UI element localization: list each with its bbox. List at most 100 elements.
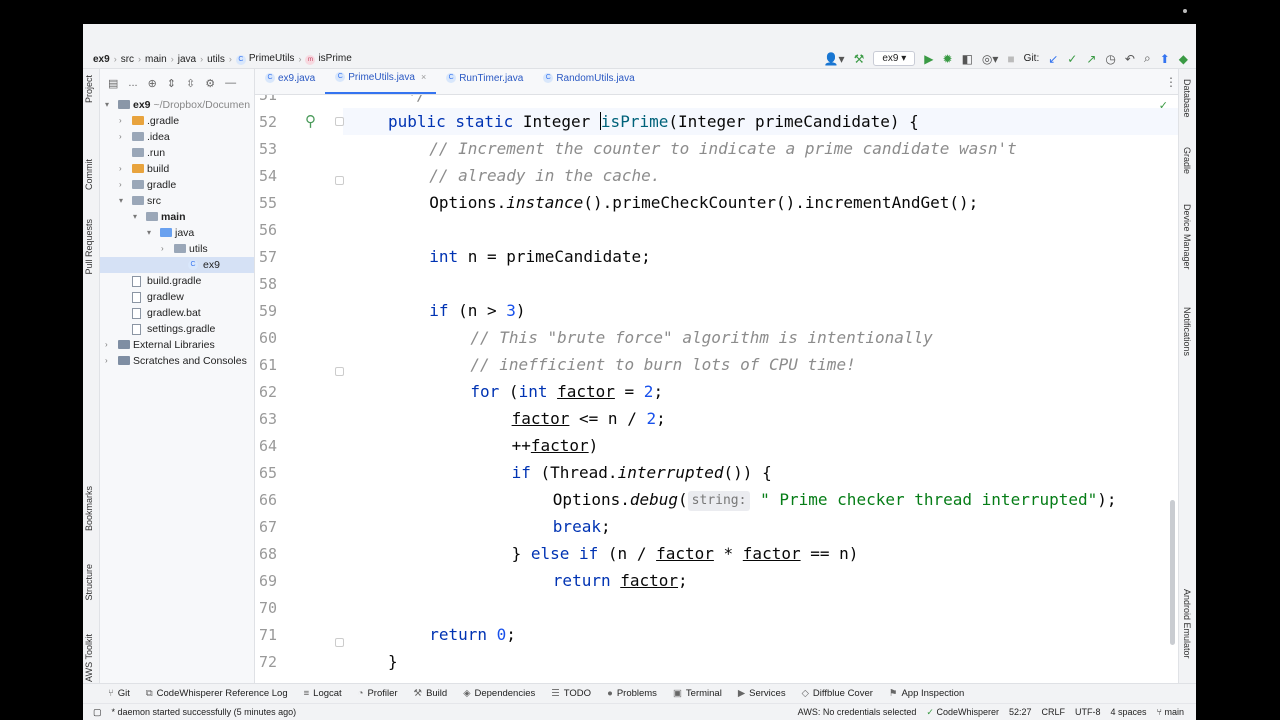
tool-window-button[interactable]: ◇ Diffblue Cover (802, 688, 873, 699)
line-number[interactable]: 56 (255, 221, 277, 239)
code-line[interactable]: public static Integer isPrime(Integer pr… (388, 108, 919, 135)
tool-window-button[interactable]: ◔ Profiler (358, 688, 398, 699)
chevron-down-icon[interactable]: ▾ (147, 225, 151, 241)
tool-tab-device-manager[interactable]: Device Manager (1182, 204, 1192, 270)
code-line[interactable]: int n = primeCandidate; (429, 243, 651, 270)
line-number[interactable]: 51 (255, 95, 277, 104)
tree-node[interactable]: ▾ ex9 ~/Dropbox/Documen (100, 97, 254, 113)
chevron-right-icon[interactable]: › (105, 337, 108, 353)
code-line[interactable]: Options.debug(string: " Prime checker th… (553, 486, 1117, 513)
tree-node[interactable]: ▾ main (100, 209, 254, 225)
update-icon[interactable]: ⬆ (1160, 52, 1170, 66)
line-number[interactable]: 68 (255, 545, 277, 563)
tool-tab-commit[interactable]: Commit (84, 159, 94, 190)
code-line[interactable]: Options.instance().primeCheckCounter().i… (429, 189, 978, 216)
editor-tab[interactable]: C RunTimer.java (436, 68, 533, 94)
breadcrumb-item[interactable]: m isPrime (305, 53, 352, 65)
search-icon[interactable]: ⌕ (1144, 51, 1151, 66)
tool-window-button[interactable]: ▣ Terminal (673, 688, 722, 699)
tool-window-button[interactable]: ● Problems (607, 688, 657, 699)
line-number[interactable]: 71 (255, 626, 277, 644)
code-line[interactable]: // This "brute force" algorithm is inten… (470, 324, 932, 351)
tree-node[interactable]: › utils (100, 241, 254, 257)
more-options-icon[interactable]: ⋮ (1165, 75, 1184, 89)
tree-node[interactable]: › .gradle (100, 113, 254, 129)
code-line[interactable]: } (388, 648, 398, 675)
line-number[interactable]: 66 (255, 491, 277, 509)
tree-node[interactable]: settings.gradle (100, 321, 254, 337)
line-number[interactable]: 60 (255, 329, 277, 347)
tree-node[interactable]: build.gradle (100, 273, 254, 289)
editor-tab[interactable]: C RandomUtils.java (533, 68, 644, 94)
status-message[interactable]: * daemon started successfully (5 minutes… (112, 707, 297, 718)
breadcrumb-item[interactable]: src (121, 54, 134, 65)
tree-node[interactable]: › Scratches and Consoles (100, 353, 254, 369)
locate-icon[interactable]: ⊕ (148, 77, 157, 90)
git-branch[interactable]: ⑂ main (1157, 707, 1184, 718)
stop-icon[interactable]: ■ (1007, 52, 1014, 66)
tree-node[interactable]: ▾ java (100, 225, 254, 241)
tool-window-button[interactable]: ⚒ Build (414, 688, 448, 699)
profile-icon[interactable]: ◧ (962, 52, 973, 66)
line-number[interactable]: 55 (255, 194, 277, 212)
line-separator[interactable]: CRLF (1042, 707, 1066, 718)
line-number[interactable]: 64 (255, 437, 277, 455)
line-number[interactable]: 67 (255, 518, 277, 536)
code-line[interactable]: */ (388, 95, 426, 108)
code-line[interactable]: if (Thread.interrupted()) { (512, 459, 772, 486)
chevron-right-icon[interactable]: › (119, 129, 122, 145)
status-panel-toggle-icon[interactable]: ▢ (93, 707, 102, 718)
hammer-icon[interactable]: ⚒ (854, 52, 865, 66)
line-number[interactable]: 62 (255, 383, 277, 401)
fold-marker-icon[interactable] (335, 176, 344, 185)
tree-node[interactable]: gradlew (100, 289, 254, 305)
code-line[interactable]: // inefficient to burn lots of CPU time! (470, 351, 855, 378)
cursor-position[interactable]: 52:27 (1009, 707, 1032, 718)
tree-node[interactable]: › External Libraries (100, 337, 254, 353)
line-number[interactable]: 61 (255, 356, 277, 374)
editor-tab[interactable]: C PrimeUtils.java × (325, 68, 437, 94)
tree-node[interactable]: › build (100, 161, 254, 177)
breadcrumb-item[interactable]: main (145, 54, 167, 65)
tool-window-button[interactable]: ◈ Dependencies (463, 688, 535, 699)
line-number[interactable]: 59 (255, 302, 277, 320)
tree-node[interactable]: Cex9 (100, 257, 254, 273)
tree-node[interactable]: gradlew.bat (100, 305, 254, 321)
debug-icon[interactable]: ✹ (943, 52, 953, 66)
chevron-right-icon[interactable]: › (119, 177, 122, 193)
layout-icon[interactable]: ▤ (108, 77, 118, 90)
breadcrumb-item[interactable]: java (178, 54, 196, 65)
plugin-icon[interactable]: ◆ (1179, 52, 1188, 66)
tool-window-button[interactable]: ≡ Logcat (304, 688, 342, 699)
chevron-right-icon[interactable]: › (119, 161, 122, 177)
line-number[interactable]: 54 (255, 167, 277, 185)
codewhisperer-status[interactable]: ✓ CodeWhisperer (926, 707, 999, 718)
chevron-right-icon[interactable]: › (119, 113, 122, 129)
code-line[interactable]: factor <= n / 2; (512, 405, 666, 432)
gear-icon[interactable]: ⚙ (205, 77, 215, 90)
tool-tab-bookmarks[interactable]: Bookmarks (84, 486, 94, 531)
line-number[interactable]: 70 (255, 599, 277, 617)
run-gutter-icon[interactable]: ⚲ (305, 112, 316, 130)
expand-all-icon[interactable]: ⇕ (167, 77, 176, 90)
code-line[interactable]: // Increment the counter to indicate a p… (429, 135, 1017, 162)
history-icon[interactable]: ◷ (1105, 52, 1115, 66)
tree-node[interactable]: › .idea (100, 129, 254, 145)
fold-marker-icon[interactable] (335, 367, 344, 376)
tool-window-button[interactable]: ⑂ Git (108, 688, 130, 699)
project-view-select[interactable]: ... (128, 77, 137, 89)
tool-tab-gradle[interactable]: Gradle (1182, 147, 1192, 174)
editor-tab[interactable]: Cex9.java (255, 68, 325, 94)
tree-node[interactable]: .run (100, 145, 254, 161)
chevron-right-icon[interactable]: › (105, 353, 108, 369)
tool-window-button[interactable]: ▶ Services (738, 688, 786, 699)
code-line[interactable]: break; (553, 513, 611, 540)
line-number[interactable]: 52 (255, 113, 277, 131)
update-project-icon[interactable]: ↙ (1048, 52, 1058, 66)
editor-scrollbar[interactable] (1170, 500, 1175, 645)
tool-tab-structure[interactable]: Structure (84, 564, 94, 601)
chevron-down-icon[interactable]: ▾ (105, 97, 109, 113)
no-problems-icon[interactable]: ✓ (1159, 99, 1168, 112)
push-icon[interactable]: ↗ (1086, 52, 1096, 66)
collapse-all-icon[interactable]: ⇳ (186, 77, 195, 90)
